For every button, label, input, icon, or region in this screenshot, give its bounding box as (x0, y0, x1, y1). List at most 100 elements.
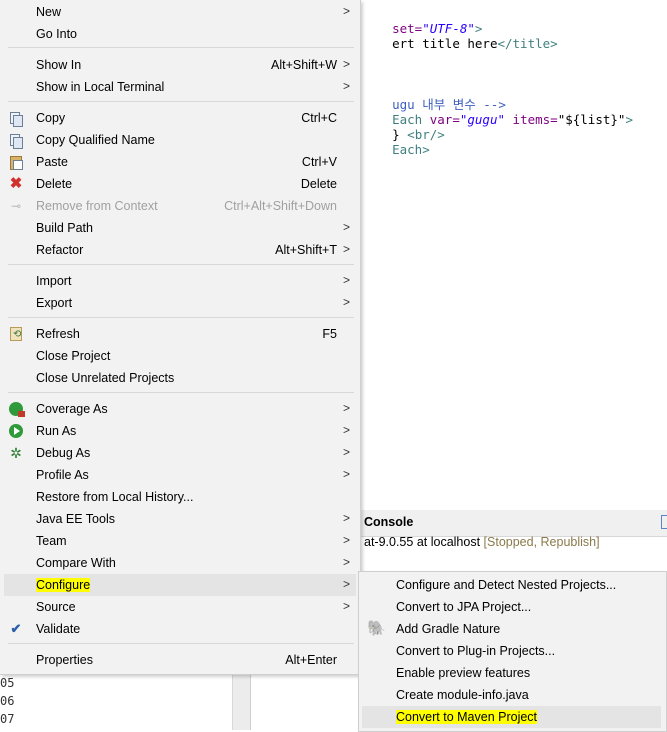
menu-label: Restore from Local History... (36, 490, 194, 504)
submenu-item-create-module-info[interactable]: Create module-info.java (362, 684, 661, 706)
menu-item-delete[interactable]: ✖ Delete Delete (4, 173, 356, 195)
menu-label: Copy (36, 111, 66, 125)
menu-label: Go Into (36, 27, 77, 41)
submenu-arrow-icon: > (342, 533, 350, 547)
submenu-arrow-icon: > (342, 599, 350, 613)
menu-label: Show in Local Terminal (36, 80, 165, 94)
menu-label: Build Path (36, 221, 93, 235)
menu-item-java-ee-tools[interactable]: Java EE Tools > (4, 508, 356, 530)
submenu-arrow-icon: > (342, 295, 350, 309)
debug-icon: ✲ (10, 445, 22, 461)
menu-label: Validate (36, 622, 81, 636)
menu-label: Compare With (36, 556, 116, 570)
menu-item-close-project[interactable]: Close Project (4, 345, 356, 367)
submenu-arrow-icon: > (342, 555, 350, 569)
menu-label: Configure (36, 578, 91, 592)
submenu-label: Create module-info.java (396, 688, 529, 702)
menu-label: Close Unrelated Projects (36, 371, 175, 385)
menu-item-import[interactable]: Import > (4, 270, 356, 292)
code-string: "gugu" (459, 112, 506, 127)
menu-item-debug-as[interactable]: ✲ Debug As > (4, 442, 356, 464)
menu-separator (8, 392, 354, 393)
menu-shortcut: Delete (300, 177, 337, 191)
submenu-label: Add Gradle Nature (396, 622, 501, 636)
line-number: 06 (0, 694, 15, 708)
submenu-item-convert-to-jpa[interactable]: Convert to JPA Project... (362, 596, 661, 618)
menu-label: Source (36, 600, 76, 614)
menu-label: Close Project (36, 349, 111, 363)
menu-item-paste[interactable]: Paste Ctrl+V (4, 151, 356, 173)
code-line-2: ert title here</title> (362, 17, 558, 51)
delete-icon: ✖ (9, 175, 23, 192)
submenu-arrow-icon: > (342, 220, 350, 234)
refresh-icon (8, 326, 24, 342)
menu-label: Coverage As (36, 402, 108, 416)
menu-item-new[interactable]: New > (4, 1, 356, 23)
menu-item-properties[interactable]: Properties Alt+Enter (4, 649, 356, 671)
menu-item-copy-qualified-name[interactable]: Copy Qualified Name (4, 129, 356, 151)
gradle-icon: 🐘 (367, 620, 386, 637)
menu-item-validate[interactable]: ✔ Validate (4, 618, 356, 640)
menu-item-refactor[interactable]: Refactor Alt+Shift+T > (4, 239, 356, 261)
menu-item-build-path[interactable]: Build Path > (4, 217, 356, 239)
menu-item-configure[interactable]: Configure > (4, 574, 356, 596)
menu-label: Debug As (36, 446, 91, 460)
submenu-arrow-icon: > (342, 273, 350, 287)
submenu-label: Convert to Plug-in Projects... (396, 644, 556, 658)
menu-label: Run As (36, 424, 77, 438)
submenu-item-convert-to-plugin[interactable]: Convert to Plug-in Projects... (362, 640, 661, 662)
line-number: 05 (0, 676, 15, 690)
context-menu: New > Go Into Show In Alt+Shift+W > Show… (0, 0, 361, 675)
submenu-item-add-gradle-nature[interactable]: 🐘 Add Gradle Nature (362, 618, 661, 640)
menu-item-profile-as[interactable]: Profile As > (4, 464, 356, 486)
submenu-arrow-icon: > (342, 511, 350, 525)
menu-separator (8, 101, 354, 102)
submenu-arrow-icon: > (342, 242, 350, 256)
submenu-item-convert-to-maven[interactable]: Convert to Maven Project (362, 706, 661, 728)
menu-label: Copy Qualified Name (36, 133, 155, 147)
submenu-item-configure-detect-nested[interactable]: Configure and Detect Nested Projects... (362, 574, 661, 596)
menu-item-restore-from-local-history[interactable]: Restore from Local History... (4, 486, 356, 508)
line-number: 07 (0, 712, 15, 726)
menu-item-show-in-local-terminal[interactable]: Show in Local Terminal > (4, 76, 356, 98)
tab-console[interactable]: Console (364, 515, 413, 529)
menu-label: Refactor (36, 243, 84, 257)
menu-label: Import (36, 274, 72, 288)
minimize-icon[interactable] (661, 515, 667, 529)
menu-label: Delete (36, 177, 73, 191)
menu-label: Paste (36, 155, 68, 169)
submenu-item-enable-preview[interactable]: Enable preview features (362, 662, 661, 684)
menu-item-compare-with[interactable]: Compare With > (4, 552, 356, 574)
paste-icon (8, 154, 24, 170)
menu-item-source[interactable]: Source > (4, 596, 356, 618)
menu-separator (8, 264, 354, 265)
copy-icon (8, 110, 24, 127)
menu-item-copy[interactable]: Copy Ctrl+C (4, 107, 356, 129)
code-text: ert title here (392, 36, 498, 51)
submenu-arrow-icon: > (342, 467, 350, 481)
menu-shortcut: Alt+Shift+W (271, 58, 337, 72)
menu-item-run-as[interactable]: Run As > (4, 420, 356, 442)
check-icon: ✔ (10, 621, 22, 636)
remove-context-icon: ⊸ (10, 199, 22, 213)
menu-separator (8, 47, 354, 48)
menu-label: Remove from Context (36, 199, 158, 213)
menu-shortcut: Ctrl+Alt+Shift+Down (224, 199, 337, 213)
menu-item-go-into[interactable]: Go Into (4, 23, 356, 45)
code-tag: > (625, 112, 633, 127)
menu-item-coverage-as[interactable]: Coverage As > (4, 398, 356, 420)
server-entry[interactable]: at-9.0.55 at localhost [Stopped, Republi… (364, 535, 600, 549)
menu-label: New (36, 5, 62, 19)
copy-qualified-icon (8, 132, 24, 149)
menu-item-team[interactable]: Team > (4, 530, 356, 552)
menu-item-close-unrelated-projects[interactable]: Close Unrelated Projects (4, 367, 356, 389)
menu-item-export[interactable]: Export > (4, 292, 356, 314)
server-status: [Stopped, Republish] (483, 535, 600, 549)
menu-label: Properties (36, 653, 93, 667)
menu-item-refresh[interactable]: Refresh F5 (4, 323, 356, 345)
menu-shortcut: Alt+Shift+T (275, 243, 337, 257)
menu-item-show-in[interactable]: Show In Alt+Shift+W > (4, 54, 356, 76)
code-attr: items= (505, 112, 558, 127)
menu-item-remove-from-context[interactable]: ⊸ Remove from Context Ctrl+Alt+Shift+Dow… (4, 195, 356, 217)
submenu-arrow-icon: > (342, 577, 350, 591)
